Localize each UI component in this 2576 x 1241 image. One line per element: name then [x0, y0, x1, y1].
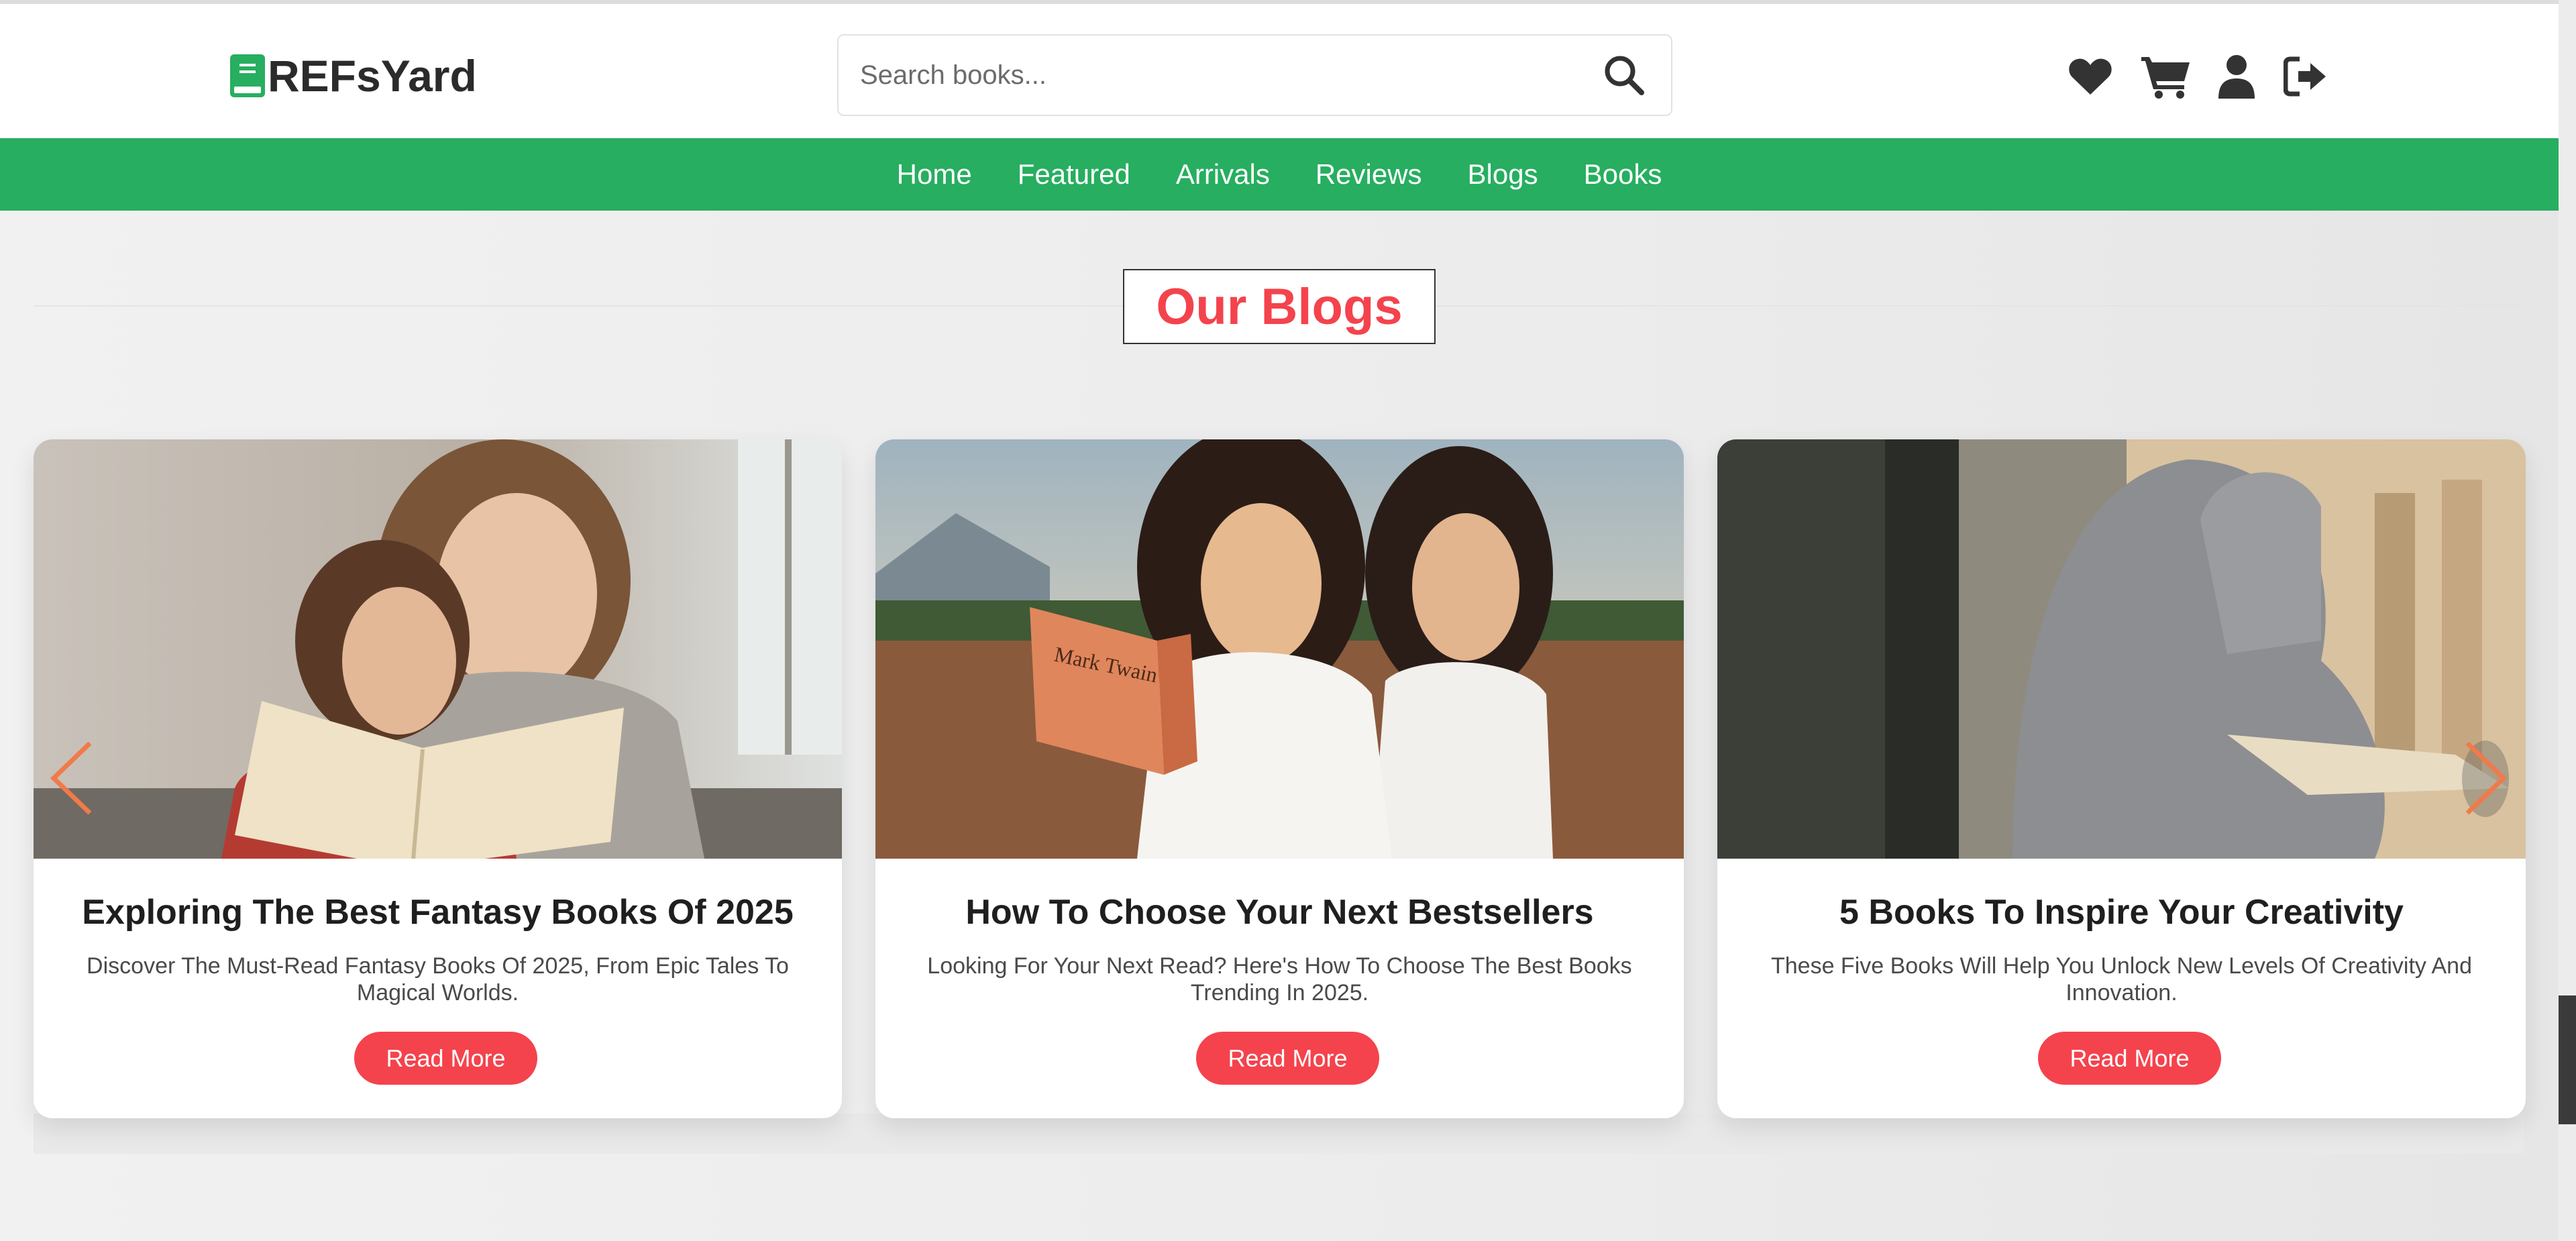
main-nav: Home Featured Arrivals Reviews Blogs Boo… [0, 138, 2559, 211]
chevron-right-icon [2465, 741, 2508, 815]
account-button[interactable] [2216, 51, 2257, 102]
site-header: REFsYard [0, 4, 2559, 138]
logout-icon [2284, 56, 2326, 97]
blog-description: Looking For Your Next Read? Here's How T… [927, 953, 1632, 1006]
read-more-button[interactable]: Read More [354, 1032, 537, 1085]
blog-card: Exploring The Best Fantasy Books Of 2025… [34, 439, 842, 1118]
book-icon [230, 54, 265, 97]
blog-title: 5 Books To Inspire Your Creativity [1839, 893, 2404, 932]
blog-description: These Five Books Will Help You Unlock Ne… [1770, 953, 2472, 1006]
brand-name: REFsYard [268, 51, 477, 101]
nav-reviews[interactable]: Reviews [1316, 158, 1422, 191]
blog-title: How To Choose Your Next Bestsellers [965, 893, 1594, 932]
nav-arrivals[interactable]: Arrivals [1176, 158, 1270, 191]
nav-books[interactable]: Books [1584, 158, 1662, 191]
nav-featured[interactable]: Featured [1018, 158, 1130, 191]
blog-title: Exploring The Best Fantasy Books Of 2025 [82, 893, 794, 932]
blog-image: Mark Twain [875, 439, 1684, 859]
blog-image [1717, 439, 2526, 859]
cart-icon [2141, 57, 2190, 99]
logo[interactable]: REFsYard [230, 49, 477, 103]
blog-card: Mark Twain How To Choose Your Next Bests… [875, 439, 1684, 1118]
user-icon [2218, 55, 2255, 99]
wishlist-button[interactable] [2068, 51, 2113, 102]
search-bar [837, 34, 1672, 116]
chevron-left-icon [50, 741, 92, 815]
carousel-next-button[interactable] [2449, 738, 2522, 818]
section-title: Our Blogs [1156, 278, 1403, 335]
read-more-button[interactable]: Read More [1196, 1032, 1379, 1085]
search-button[interactable] [1597, 48, 1651, 102]
blog-card: 5 Books To Inspire Your Creativity These… [1717, 439, 2526, 1118]
nav-home[interactable]: Home [897, 158, 972, 191]
carousel-prev-button[interactable] [35, 738, 109, 818]
section-heading: Our Blogs [1123, 269, 1436, 344]
page-scrollbar-thumb[interactable] [2559, 995, 2576, 1124]
blog-description: Discover The Must-Read Fantasy Books Of … [87, 953, 789, 1006]
heart-icon [2069, 58, 2112, 95]
search-icon [1605, 56, 1644, 95]
header-icons [2068, 51, 2328, 102]
nav-blogs[interactable]: Blogs [1468, 158, 1538, 191]
carousel-footer-strip [34, 1114, 2524, 1154]
search-input[interactable] [859, 35, 1597, 115]
logout-button[interactable] [2284, 51, 2328, 102]
blog-image [34, 439, 842, 859]
cart-button[interactable] [2141, 51, 2191, 102]
read-more-button[interactable]: Read More [2038, 1032, 2221, 1085]
